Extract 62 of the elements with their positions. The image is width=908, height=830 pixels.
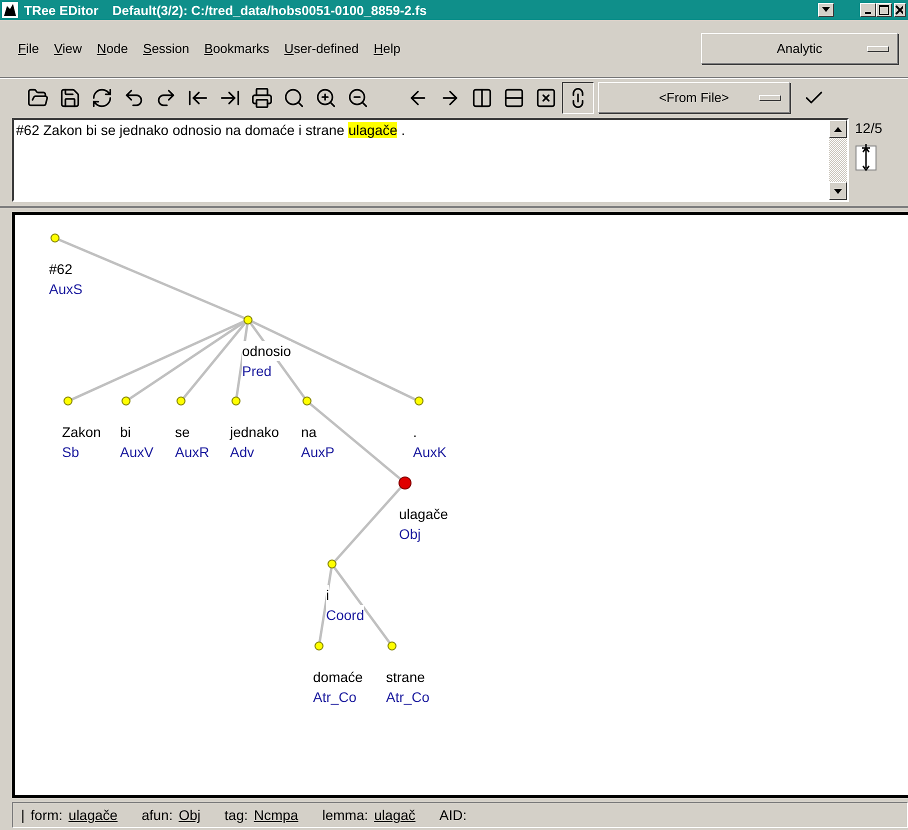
scrollbar[interactable] <box>829 120 847 200</box>
tree-node[interactable] <box>176 396 186 406</box>
status-value[interactable]: Ncmpa <box>254 807 298 823</box>
status-label: AID: <box>439 807 467 823</box>
zoom-in-icon <box>315 86 337 108</box>
tree-node[interactable] <box>388 642 396 650</box>
tree-node[interactable] <box>328 560 336 569</box>
maximize-icon <box>879 5 889 15</box>
tree-node[interactable] <box>244 315 252 324</box>
open-folder-icon <box>27 86 49 108</box>
status-value[interactable]: ulagač <box>374 807 416 823</box>
tree-node[interactable] <box>414 396 424 406</box>
app-logo-icon <box>2 2 18 18</box>
menu-item[interactable]: File <box>18 41 39 56</box>
scroll-down-button[interactable] <box>829 182 847 200</box>
tree-node[interactable] <box>398 476 412 490</box>
status-label: tag: <box>224 807 248 823</box>
menu-item[interactable]: User-defined <box>284 41 359 56</box>
sentence-text: #62 Zakon bi se jednako odnosio na domaće i strane ulagače . <box>15 121 406 140</box>
menu-item[interactable]: View <box>54 41 82 56</box>
window-menu-button[interactable] <box>818 3 834 17</box>
status-label: form: <box>30 807 63 823</box>
context-dropdown[interactable]: <From File> <box>598 82 790 113</box>
tree-node[interactable] <box>122 396 130 406</box>
zoom-out-icon <box>347 86 369 108</box>
search-icon <box>283 86 305 108</box>
caret-up-icon <box>834 126 842 132</box>
node-word: i <box>326 585 330 606</box>
status-value[interactable]: ulagače <box>68 807 118 823</box>
minimize-button[interactable] <box>860 3 876 17</box>
menu-item[interactable]: Session <box>143 41 190 56</box>
node-word: odnosio <box>242 340 292 361</box>
tree-node[interactable] <box>302 396 312 406</box>
menu-item[interactable]: Node <box>96 41 128 56</box>
stylesheet-dropdown[interactable]: Analytic <box>701 33 898 64</box>
status-value[interactable]: Obj <box>178 807 201 823</box>
tree-node[interactable] <box>64 396 72 406</box>
tree-view-icon[interactable] <box>855 142 877 172</box>
app-title: TRee EDitor <box>24 2 98 18</box>
tree-node[interactable] <box>232 396 240 406</box>
caret-down-icon <box>834 188 842 194</box>
rows-icon <box>503 86 525 108</box>
reload-icon <box>91 86 113 108</box>
window-title: Default(3/2): C:/tred_data/hobs0051-0100_8859-2.fs <box>112 2 427 18</box>
menu-item[interactable]: Help <box>374 41 400 56</box>
status-separator: | <box>21 807 25 823</box>
status-label: afun: <box>142 807 173 823</box>
columns-icon <box>471 86 493 108</box>
tree-node[interactable] <box>50 234 60 242</box>
save-icon <box>59 86 81 108</box>
tree-node[interactable] <box>314 642 324 650</box>
close-button[interactable] <box>894 3 906 17</box>
scroll-up-button[interactable] <box>829 120 847 138</box>
caret-down-icon <box>822 7 830 13</box>
menu-item[interactable]: Bookmarks <box>204 41 270 56</box>
close-icon <box>895 5 903 15</box>
tree-counter: 12/5 <box>855 120 884 136</box>
close-view-icon <box>535 86 557 108</box>
status-label: lemma: <box>322 807 368 823</box>
print-icon <box>251 86 273 108</box>
maximize-button[interactable] <box>876 3 892 17</box>
link-toggle-button[interactable] <box>562 82 594 114</box>
